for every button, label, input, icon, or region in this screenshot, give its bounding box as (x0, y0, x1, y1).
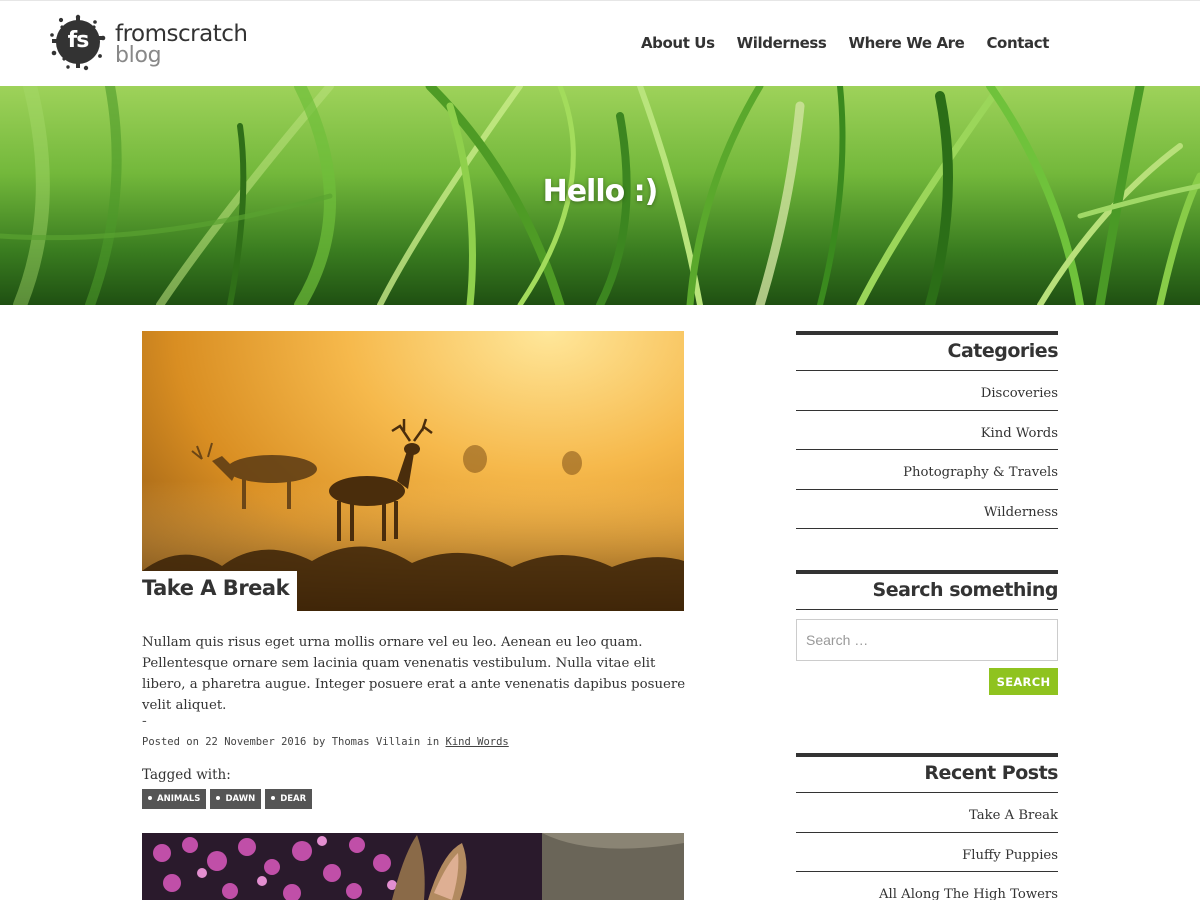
recent-posts-list: Take A Break Fluffy Puppies All Along Th… (796, 793, 1058, 900)
main-nav: About Us Wilderness Where We Are Contact (641, 34, 1049, 52)
search-title: Search something (796, 570, 1059, 610)
tagged-label: Tagged with: (142, 767, 231, 783)
nav-item-about-us[interactable]: About Us (641, 34, 715, 52)
post-separator: - (142, 713, 147, 729)
tag-label: DEAR (280, 794, 307, 804)
recent-posts-widget: Recent Posts Take A Break Fluffy Puppies… (796, 753, 1059, 900)
deer-at-dawn-image (142, 418, 684, 611)
tag-dear[interactable]: DEAR (265, 789, 313, 809)
post-excerpt: Nullam quis risus eget urna mollis ornar… (142, 635, 686, 713)
tag-list: ANIMALS DAWN DEAR (142, 789, 313, 809)
search-button[interactable]: SEARCH (989, 668, 1058, 695)
site-logo[interactable]: fs fromscratch blog (48, 11, 258, 75)
categories-title: Categories (796, 331, 1059, 371)
category-link-discoveries[interactable]: Discoveries (981, 386, 1058, 401)
categories-list: Discoveries Kind Words Photography & Tra… (796, 371, 1058, 529)
post-author: Thomas Villain (331, 736, 421, 748)
list-item: Photography & Travels (796, 450, 1058, 490)
post-title[interactable]: Take A Break (142, 571, 298, 611)
hero-title: Hello :) (542, 174, 659, 209)
tag-animals[interactable]: ANIMALS (142, 789, 207, 809)
site-header: fs fromscratch blog About Us Wilderness … (0, 0, 1200, 86)
meta-in: in (426, 736, 440, 748)
meta-by: by (312, 736, 326, 748)
post-category-link[interactable]: Kind Words (446, 736, 509, 748)
search-widget: Search something SEARCH (796, 570, 1059, 695)
recent-post-link[interactable]: Take A Break (969, 808, 1058, 823)
rabbit-flowers-image (142, 833, 684, 900)
list-item: Take A Break (796, 793, 1058, 833)
category-link-photography-travels[interactable]: Photography & Travels (903, 465, 1058, 480)
categories-widget: Categories Discoveries Kind Words Photog… (796, 331, 1059, 529)
post-date: 22 November 2016 (205, 736, 307, 748)
hero-banner: Hello :) (0, 86, 1200, 305)
nav-item-where-we-are[interactable]: Where We Are (848, 34, 964, 52)
tag-label: ANIMALS (157, 794, 201, 804)
recent-post-link[interactable]: Fluffy Puppies (962, 848, 1058, 863)
nav-item-wilderness[interactable]: Wilderness (737, 34, 827, 52)
nav-item-contact[interactable]: Contact (986, 34, 1049, 52)
list-item: Fluffy Puppies (796, 833, 1058, 872)
list-item: Wilderness (796, 490, 1058, 529)
tag-label: DAWN (225, 794, 256, 804)
meta-prefix: Posted on (142, 736, 199, 748)
tag-dawn[interactable]: DAWN (210, 789, 262, 809)
post-meta: Posted on 22 November 2016 by Thomas Vil… (142, 736, 509, 748)
logo-mark-text: fs (67, 28, 90, 53)
bullet-icon (216, 796, 221, 800)
logo-subname: blog (115, 43, 162, 68)
bullet-icon (271, 796, 276, 800)
list-item: All Along The High Towers (796, 872, 1058, 900)
recent-post-link[interactable]: All Along The High Towers (879, 887, 1058, 900)
category-link-wilderness[interactable]: Wilderness (984, 505, 1058, 520)
search-input[interactable] (796, 619, 1058, 661)
list-item: Discoveries (796, 371, 1058, 411)
list-item: Kind Words (796, 411, 1058, 450)
post-featured-image[interactable] (142, 331, 684, 611)
bullet-icon (148, 796, 152, 800)
next-post-image[interactable] (142, 833, 684, 900)
recent-posts-title: Recent Posts (796, 753, 1059, 793)
category-link-kind-words[interactable]: Kind Words (981, 426, 1058, 441)
